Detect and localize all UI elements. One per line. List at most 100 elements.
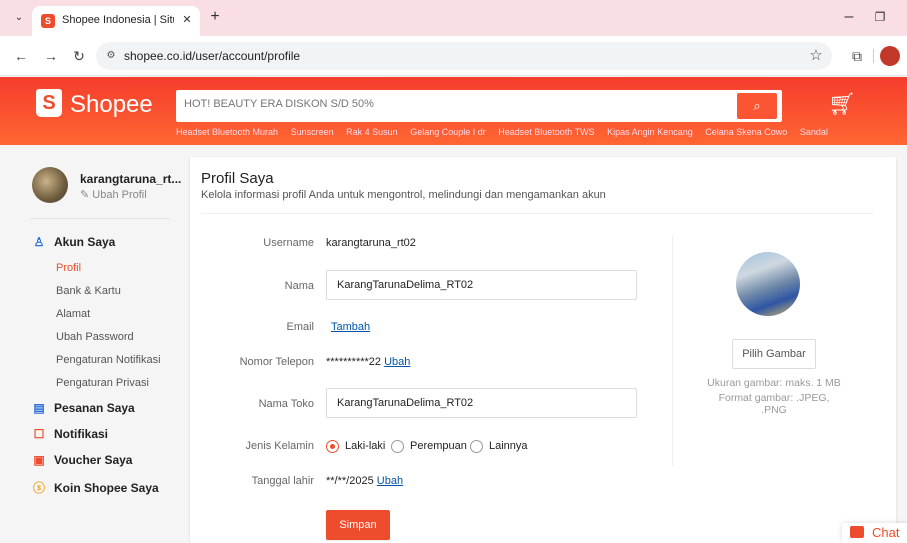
sidebar-item-pesanan-saya[interactable]: ▤ Pesanan Saya — [32, 401, 135, 415]
sidebar-item-label: Akun Saya — [54, 235, 116, 249]
search-button[interactable]: ⌕ — [737, 93, 777, 119]
close-tab-icon[interactable]: ✕ — [180, 13, 194, 27]
profile-photo — [736, 252, 800, 316]
dob-value: **/**/2025 — [326, 475, 374, 487]
sidebar-item-voucher-saya[interactable]: ▣ Voucher Saya — [32, 453, 132, 467]
coin-icon: ⓢ — [32, 481, 45, 495]
minimize-icon[interactable]: – — [840, 8, 858, 26]
url-text[interactable]: shopee.co.id/user/account/profile — [124, 49, 300, 63]
search-box: ⌕ — [176, 90, 782, 122]
sidebar-item-bank-kartu[interactable]: Bank & Kartu — [56, 285, 121, 297]
bookmark-star-icon[interactable]: ☆ — [806, 46, 826, 66]
gender-option-label[interactable]: Laki-laki — [345, 440, 385, 452]
suggestion-link[interactable]: Rak 4 Susun — [346, 127, 398, 137]
gender-radio-laki-laki[interactable] — [326, 440, 339, 453]
back-icon[interactable]: ← — [12, 47, 30, 65]
vertical-divider — [672, 236, 673, 466]
suggestion-link[interactable]: Sunscreen — [291, 127, 334, 137]
suggestion-link[interactable]: Sandal — [800, 127, 828, 137]
username-label: Username — [263, 237, 314, 249]
chat-icon — [850, 526, 864, 538]
sidebar-item-profil[interactable]: Profil — [56, 262, 81, 274]
sidebar-item-akun-saya[interactable]: ♙ Akun Saya — [32, 235, 116, 249]
name-field-wrapper — [326, 270, 637, 300]
sidebar-item-label: Voucher Saya — [54, 453, 133, 467]
url-bar[interactable]: ⚙ shopee.co.id/user/account/profile ☆ — [96, 42, 832, 70]
shopee-favicon-icon: S — [41, 14, 55, 28]
suggestion-link[interactable]: Headset Bluetooth Murah — [176, 127, 278, 137]
suggestion-link[interactable]: Gelang Couple I dr — [410, 127, 486, 137]
phone-value-row: **********22 Ubah — [326, 356, 410, 368]
shop-name-field[interactable] — [337, 397, 627, 409]
sidebar-divider — [30, 218, 170, 219]
search-suggestions: Headset Bluetooth Murah Sunscreen Rak 4 … — [176, 127, 876, 137]
gender-radio-lainnya[interactable] — [470, 440, 483, 453]
tab-dropdown-icon[interactable]: ⌄ — [10, 9, 28, 27]
gender-option-label[interactable]: Lainnya — [489, 440, 528, 452]
clipboard-icon: ▤ — [33, 401, 45, 415]
sidebar-item-label: Pesanan Saya — [54, 401, 135, 415]
image-size-note: Ukuran gambar: maks. 1 MB — [707, 377, 841, 389]
address-toolbar: ← → ↻ ⚙ shopee.co.id/user/account/profil… — [0, 36, 907, 76]
reload-icon[interactable]: ↻ — [70, 47, 88, 65]
sidebar-item-notifikasi[interactable]: ☐ Notifikasi — [32, 427, 108, 441]
shop-name-field-wrapper — [326, 388, 637, 418]
edit-profile-label: Ubah Profil — [92, 189, 147, 201]
cart-icon[interactable]: 🛒︎ — [828, 92, 856, 116]
browser-tab-bar: ⌄ S Shopee Indonesia | Situs Belanja ✕ +… — [0, 0, 907, 36]
extensions-icon[interactable]: ⧉ — [848, 47, 866, 65]
username-value: karangtaruna_rt02 — [326, 237, 416, 249]
site-info-icon[interactable]: ⚙ — [104, 49, 118, 63]
image-format-note: Format gambar: .JPEG, .PNG — [718, 392, 830, 416]
name-label: Nama — [284, 280, 314, 292]
save-button[interactable]: Simpan — [326, 510, 390, 540]
user-icon: ♙ — [33, 235, 45, 249]
sidebar-item-label: Notifikasi — [54, 427, 109, 441]
avatar[interactable] — [32, 167, 68, 203]
gender-radio-perempuan[interactable] — [391, 440, 404, 453]
email-label: Email — [286, 321, 314, 333]
dob-label: Tanggal lahir — [251, 475, 314, 487]
suggestion-link[interactable]: Celana Skena Cowo — [705, 127, 787, 137]
shopee-logo-text[interactable]: Shopee — [70, 91, 153, 119]
suggestion-link[interactable]: Headset Bluetooth TWS — [498, 127, 594, 137]
edit-profile-link[interactable]: ✎ Ubah Profil — [80, 188, 147, 201]
pencil-icon: ✎ — [80, 189, 90, 201]
search-input[interactable] — [184, 98, 724, 110]
search-icon: ⌕ — [753, 98, 761, 113]
shop-name-label: Nama Toko — [258, 398, 314, 410]
toolbar-separator — [873, 49, 874, 63]
dob-row: **/**/2025 Ubah — [326, 475, 403, 487]
shopee-header: S Shopee ⌕ 🛒︎ Headset Bluetooth Murah Su… — [0, 77, 907, 145]
sidebar-item-alamat[interactable]: Alamat — [56, 308, 90, 320]
forward-icon[interactable]: → — [42, 47, 60, 65]
bell-icon: ☐ — [33, 427, 45, 441]
browser-tab[interactable]: S Shopee Indonesia | Situs Belanja ✕ — [32, 6, 200, 36]
pick-image-button[interactable]: Pilih Gambar — [732, 339, 816, 369]
gender-label: Jenis Kelamin — [245, 440, 314, 452]
page-subtitle: Kelola informasi profil Anda untuk mengo… — [201, 189, 606, 201]
sidebar-item-pengaturan-privasi[interactable]: Pengaturan Privasi — [56, 377, 149, 389]
voucher-icon: ▣ — [33, 453, 45, 467]
profile-icon[interactable] — [880, 46, 900, 66]
sidebar-item-koin-shopee-saya[interactable]: ⓢ Koin Shopee Saya — [32, 479, 159, 496]
new-tab-icon[interactable]: + — [206, 8, 224, 26]
add-email-link[interactable]: Tambah — [331, 321, 370, 333]
suggestion-link[interactable]: Kipas Angin Kencang — [607, 127, 693, 137]
shopee-bag-logo-icon[interactable]: S — [36, 89, 62, 117]
phone-label: Nomor Telepon — [239, 356, 314, 368]
card-divider — [201, 213, 873, 214]
sidebar-item-ubah-password[interactable]: Ubah Password — [56, 331, 134, 343]
change-dob-link[interactable]: Ubah — [377, 475, 403, 487]
change-phone-link[interactable]: Ubah — [384, 356, 410, 368]
chat-label: Chat — [872, 525, 900, 540]
page-title: Profil Saya — [201, 170, 274, 187]
name-field[interactable] — [337, 279, 627, 291]
gender-option-label[interactable]: Perempuan — [410, 440, 467, 452]
sidebar-item-label: Koin Shopee Saya — [54, 481, 159, 495]
chat-button[interactable]: Chat — [842, 523, 907, 543]
phone-value: **********22 — [326, 356, 382, 368]
restore-icon[interactable]: ❐ — [871, 8, 889, 26]
sidebar-item-pengaturan-notifikasi[interactable]: Pengaturan Notifikasi — [56, 354, 161, 366]
sidebar-username: karangtaruna_rt... — [80, 172, 182, 186]
